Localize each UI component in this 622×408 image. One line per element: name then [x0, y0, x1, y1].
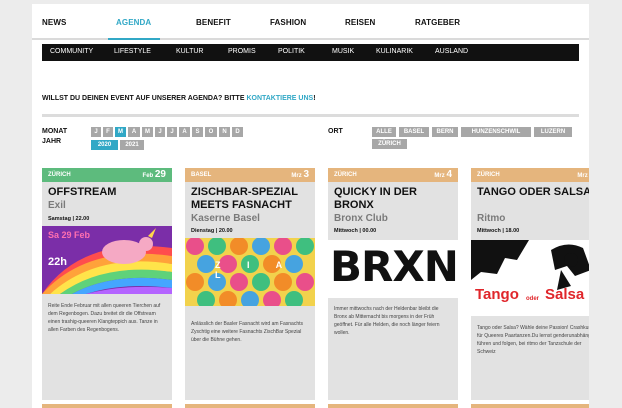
- sub-navigation: COMMUNITY LIFESTYLE KULTUR PROMIS POLITI…: [42, 44, 579, 61]
- month-chip-aug[interactable]: A: [179, 127, 190, 137]
- event-title: ZISCHBAR-SPEZIAL MEETS FASNACHT: [191, 186, 298, 211]
- event-date: Feb 29: [142, 169, 166, 180]
- location-chip-basel[interactable]: BASEL: [399, 127, 429, 137]
- agenda-prompt: WILLST DU DEINEN EVENT AUF UNSERER AGEND…: [42, 95, 316, 102]
- month-chip-feb[interactable]: F: [103, 127, 113, 137]
- event-card-bronx[interactable]: ZÜRICH Mrz 4 QUICKY IN DER BRONX Bronx C…: [328, 168, 458, 400]
- bronx-logo: BRXN: [330, 242, 458, 291]
- month-chip-sep[interactable]: S: [192, 127, 203, 137]
- next-card-strip: [185, 404, 315, 408]
- month-chip-dec[interactable]: D: [232, 127, 243, 137]
- nav-item-fashion[interactable]: FASHION: [270, 18, 306, 27]
- month-chip-may[interactable]: M: [142, 127, 153, 137]
- month-chip-oct[interactable]: O: [205, 127, 217, 137]
- card-header-bar: ZÜRICH Mrz 4: [328, 168, 458, 182]
- event-title: QUICKY IN DER BRONX: [334, 186, 417, 211]
- page-container: NEWS AGENDA BENEFIT FASHION REISEN RATGE…: [32, 4, 589, 408]
- event-time: Mittwoch | 00.00: [334, 228, 377, 234]
- year-chip-2020[interactable]: 2020: [91, 140, 118, 150]
- agenda-prompt-suffix: !: [313, 95, 316, 102]
- event-venue: Kaserne Basel: [191, 213, 260, 224]
- event-city: ZÜRICH: [48, 172, 71, 178]
- event-card-offstream[interactable]: ZÜRICH Feb 29 OFFSTREAM Exil Samstag | 2…: [42, 168, 172, 400]
- event-image-offstream: Sa 29 Feb 22h: [42, 226, 172, 294]
- next-card-strip: [42, 404, 172, 408]
- subnav-item-musik[interactable]: MUSIK: [332, 48, 354, 55]
- event-description: Tango oder Salsa? Wähle deine Passion! C…: [477, 325, 589, 355]
- subnav-item-politik[interactable]: POLITIK: [278, 48, 305, 55]
- subnav-item-kulinarik[interactable]: KULINARIK: [376, 48, 413, 55]
- month-chip-apr[interactable]: A: [128, 127, 140, 137]
- subnav-item-kultur[interactable]: KULTUR: [176, 48, 203, 55]
- event-description: Anlässlich der Basler Fasnacht wird am F…: [191, 321, 303, 343]
- image-caption-salsa: Salsa ?: [545, 286, 589, 303]
- month-chip-jul[interactable]: J: [167, 127, 177, 137]
- month-chip-nov[interactable]: N: [219, 127, 230, 137]
- event-card-zischbar[interactable]: BASEL Mrz 3 ZISCHBAR-SPEZIAL MEETS FASNA…: [185, 168, 315, 400]
- subnav-item-promis[interactable]: PROMIS: [228, 48, 256, 55]
- nav-item-benefit[interactable]: BENEFIT: [196, 18, 231, 27]
- event-time: Samstag | 22.00: [48, 216, 90, 222]
- card-header-bar: ZÜRICH Feb 29: [42, 168, 172, 182]
- event-image-tango: Tango oder Salsa ?: [471, 240, 589, 316]
- image-caption-time: 22h: [48, 256, 67, 268]
- location-chip-bern[interactable]: BERN: [432, 127, 458, 137]
- event-title: OFFSTREAM: [48, 186, 117, 198]
- month-chip-jun[interactable]: J: [155, 127, 165, 137]
- nav-item-reisen[interactable]: REISEN: [345, 18, 375, 27]
- next-card-strip: [471, 404, 589, 408]
- event-city: ZÜRICH: [334, 172, 357, 178]
- year-chip-2021[interactable]: 2021: [120, 140, 144, 150]
- next-card-strip: [328, 404, 458, 408]
- top-navigation: NEWS AGENDA BENEFIT FASHION REISEN RATGE…: [32, 4, 589, 40]
- event-image-bronx: BRXN: [328, 240, 458, 298]
- event-title: TANGO ODER SALSA?: [477, 186, 589, 198]
- event-date: Mrz 4: [434, 169, 452, 180]
- subnav-item-community[interactable]: COMMUNITY: [50, 48, 93, 55]
- card-header-bar: BASEL Mrz 3: [185, 168, 315, 182]
- event-venue: Bronx Club: [334, 213, 388, 224]
- agenda-prompt-text: WILLST DU DEINEN EVENT AUF UNSERER AGEND…: [42, 95, 247, 102]
- location-chip-luzern[interactable]: LUZERN: [534, 127, 572, 137]
- card-header-bar: ZÜRICH Mrz 4: [471, 168, 589, 182]
- event-card-tango[interactable]: ZÜRICH Mrz 4 TANGO ODER SALSA? Ritmo Mit…: [471, 168, 589, 400]
- subnav-item-ausland[interactable]: AUSLAND: [435, 48, 468, 55]
- contact-link[interactable]: KONTAKTIERE UNS: [246, 95, 313, 102]
- active-tab-underline: [108, 38, 160, 40]
- event-date: Mrz 4: [577, 173, 588, 179]
- image-caption-oder: oder: [526, 296, 540, 302]
- year-label: JAHR: [42, 138, 62, 145]
- event-time: Dienstag | 20.00: [191, 228, 233, 234]
- location-chip-hunzenschwil[interactable]: HUNZENSCHWIL: [461, 127, 531, 137]
- location-chip-alle[interactable]: ALLE: [372, 127, 396, 137]
- event-date: Mrz 3: [291, 169, 309, 180]
- month-chip-mar[interactable]: M: [115, 127, 126, 137]
- event-description: Immer mittwochs nach der Heldenbar bleib…: [334, 306, 440, 336]
- divider: [42, 114, 579, 117]
- image-caption: Z I A L: [215, 260, 294, 280]
- month-label: MONAT: [42, 128, 68, 135]
- event-time: Mittwoch | 18.00: [477, 228, 520, 234]
- nav-item-agenda[interactable]: AGENDA: [116, 18, 151, 27]
- event-venue: Ritmo: [477, 213, 506, 224]
- subnav-item-lifestyle[interactable]: LIFESTYLE: [114, 48, 151, 55]
- event-city: BASEL: [191, 172, 212, 178]
- nav-item-news[interactable]: NEWS: [42, 18, 66, 27]
- event-image-graphic: [471, 240, 589, 316]
- event-description: Reite Ende Februar mit allen queeren Tie…: [48, 303, 161, 333]
- event-image-zischbar: Z I A L: [185, 238, 315, 306]
- event-city: ZÜRICH: [477, 172, 500, 178]
- location-label: ORT: [328, 128, 343, 135]
- event-venue: Exil: [48, 200, 66, 211]
- image-caption-date: Sa 29 Feb: [48, 230, 91, 240]
- location-chip-zurich[interactable]: ZÜRICH: [372, 139, 407, 149]
- image-caption-tango: Tango: [475, 286, 519, 303]
- nav-item-ratgeber[interactable]: RATGEBER: [415, 18, 460, 27]
- month-chip-jan[interactable]: J: [91, 127, 101, 137]
